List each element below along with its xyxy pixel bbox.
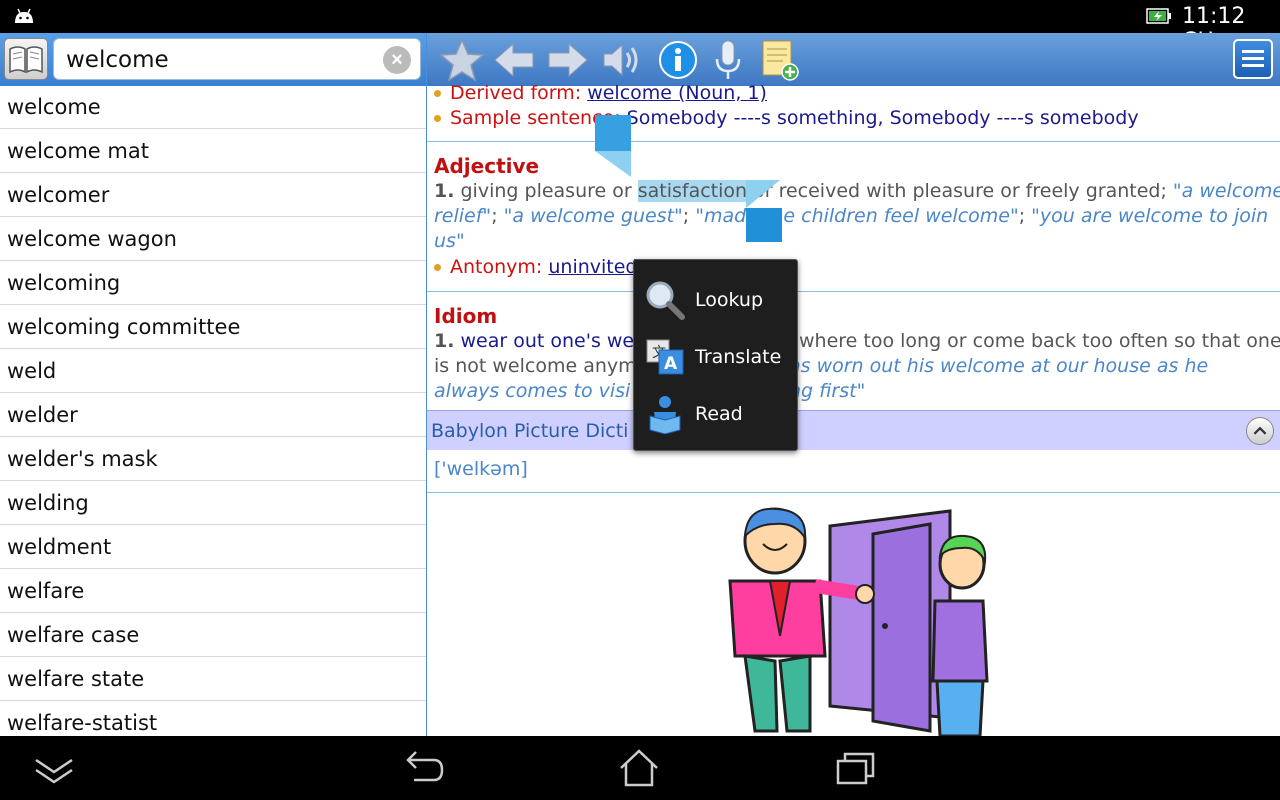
list-item[interactable]: welcoming xyxy=(0,261,426,305)
list-item[interactable]: weld xyxy=(0,349,426,393)
list-item[interactable]: welcome mat xyxy=(0,129,426,173)
list-item[interactable]: welcome xyxy=(0,86,426,129)
menu-button[interactable] xyxy=(1233,39,1273,79)
list-item[interactable]: welder xyxy=(0,393,426,437)
definition-content: Derived form: welcome (Noun, 1) Sample s… xyxy=(427,82,1280,736)
dictionary-book-button[interactable] xyxy=(4,38,48,80)
forward-arrow-icon[interactable] xyxy=(545,37,591,83)
selection-start-handle[interactable] xyxy=(594,113,634,179)
recent-apps-icon[interactable] xyxy=(834,748,878,788)
add-note-icon[interactable] xyxy=(757,37,803,83)
list-item[interactable]: welfare xyxy=(0,569,426,613)
battery-charging-icon xyxy=(1146,8,1171,24)
picture-dictionary-header[interactable]: Babylon Picture Dicti xyxy=(427,410,1280,450)
list-item[interactable]: welfare state xyxy=(0,657,426,701)
reader-icon xyxy=(649,396,681,434)
selection-end-handle[interactable] xyxy=(743,178,783,244)
back-icon[interactable] xyxy=(400,748,446,788)
read-menu-item[interactable]: Read xyxy=(634,385,799,441)
microphone-icon[interactable] xyxy=(705,37,751,83)
list-item[interactable]: welding xyxy=(0,481,426,525)
derived-form-link[interactable]: welcome (Noun, 1) xyxy=(587,82,767,104)
clear-search-icon[interactable]: × xyxy=(383,46,411,74)
adjective-definition: 1. giving pleasure or satisfaction or re… xyxy=(434,180,1280,202)
info-icon[interactable] xyxy=(655,37,701,83)
sample-sentence-line: Sample sentence: Somebody ----s somethin… xyxy=(434,107,1139,129)
definition-pane: Derived form: welcome (Noun, 1) Sample s… xyxy=(427,33,1280,736)
home-icon[interactable] xyxy=(617,748,661,788)
selected-text[interactable]: satisfaction xyxy=(637,180,748,202)
welcome-illustration xyxy=(728,507,989,736)
translate-icon: 文 A xyxy=(646,339,684,375)
antonym-line: Antonym: uninvited xyxy=(434,256,638,278)
search-input[interactable]: welcome xyxy=(53,38,421,80)
android-icon xyxy=(15,8,33,23)
book-icon xyxy=(9,46,43,74)
idiom-header: Idiom xyxy=(434,304,498,328)
menu-icon xyxy=(1242,50,1264,53)
word-list-pane: welcome × welcome welcome mat welcomer w… xyxy=(0,33,427,736)
search-bar: welcome × xyxy=(0,33,426,86)
chevron-up-icon[interactable] xyxy=(1246,417,1274,445)
svg-text:A: A xyxy=(664,354,678,374)
antonym-link[interactable]: uninvited xyxy=(548,256,637,278)
pronunciation: ['welkəm] xyxy=(434,458,528,480)
hide-keyboard-icon[interactable] xyxy=(32,748,76,788)
translate-menu-item[interactable]: 文 A Translate xyxy=(634,328,799,384)
navigation-bar xyxy=(0,736,1280,800)
back-arrow-icon[interactable] xyxy=(491,37,537,83)
status-bar: 11:12 CH xyxy=(0,0,1280,54)
speaker-icon[interactable] xyxy=(599,37,645,83)
list-item[interactable]: weldment xyxy=(0,525,426,569)
adjective-header: Adjective xyxy=(434,154,540,178)
derived-form-line: Derived form: welcome (Noun, 1) xyxy=(434,82,767,104)
lookup-menu-item[interactable]: Lookup xyxy=(634,271,799,327)
list-item[interactable]: welfare case xyxy=(0,613,426,657)
list-item[interactable]: welcome wagon xyxy=(0,217,426,261)
list-item[interactable]: welcoming committee xyxy=(0,305,426,349)
list-item[interactable]: welder's mask xyxy=(0,437,426,481)
magnifier-icon xyxy=(646,281,685,320)
star-icon[interactable] xyxy=(439,37,485,83)
word-list: welcome welcome mat welcomer welcome wag… xyxy=(0,86,426,736)
list-item[interactable]: welfare-statist xyxy=(0,701,426,736)
list-item[interactable]: welcomer xyxy=(0,173,426,217)
toolbar xyxy=(427,33,1280,86)
context-menu: Lookup 文 A Translate Read xyxy=(633,259,798,451)
